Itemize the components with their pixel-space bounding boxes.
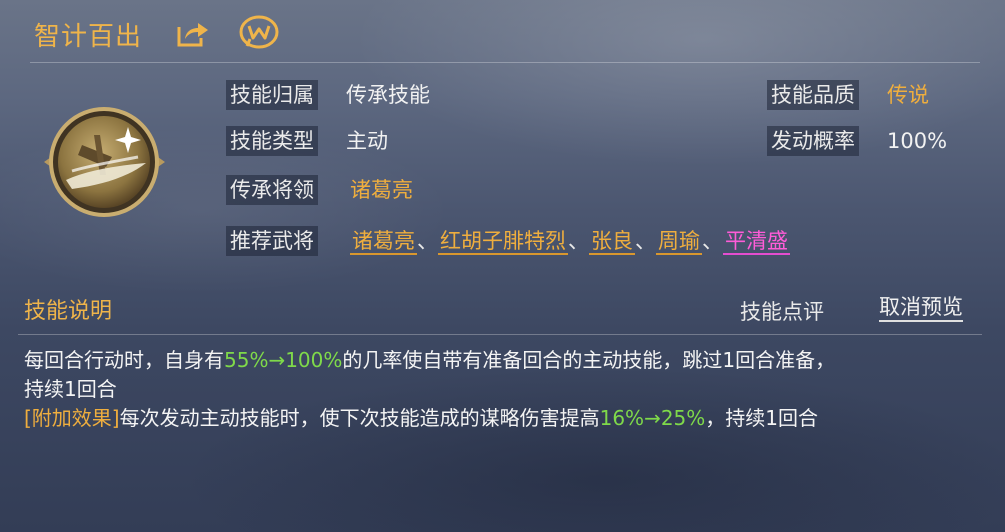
desc-text: ，持续1回合 — [705, 406, 819, 430]
header-divider — [30, 62, 980, 63]
chance-value: 100% — [887, 129, 948, 153]
recommended-general[interactable]: 周瑜 — [656, 229, 702, 255]
recommended-general[interactable]: 诸葛亮 — [350, 229, 417, 255]
attribution-value: 传承技能 — [346, 83, 430, 107]
share-icon[interactable] — [176, 18, 210, 48]
type-value: 主动 — [346, 129, 388, 153]
recommended-general[interactable]: 平清盛 — [723, 229, 790, 255]
wechat-w-icon[interactable] — [238, 15, 280, 51]
inherit-general-label: 传承将领 — [226, 175, 318, 205]
desc-scaling-value: 16%→25% — [599, 406, 706, 430]
extra-effect-tag: [附加效果] — [24, 406, 120, 430]
type-label: 技能类型 — [226, 126, 318, 156]
skill-description-text: 每回合行动时，自身有55%→100%的几率使自带有准备回合的主动技能，跳过1回合… — [24, 346, 984, 433]
skill-title: 智计百出 — [34, 22, 143, 52]
chance-label: 发动概率 — [767, 126, 859, 156]
section-divider — [18, 334, 982, 335]
desc-text: 每次发动主动技能时，使下次技能造成的谋略伤害提高 — [119, 406, 600, 430]
recommended-generals-list: 诸葛亮、红胡子腓特烈、张良、周瑜、平清盛 — [350, 226, 790, 258]
list-separator: 、 — [417, 229, 438, 253]
skill-rating-button[interactable]: 技能点评 — [740, 296, 824, 326]
desc-text: 的几率使自带有准备回合的主动技能，跳过1回合准备， — [342, 348, 836, 372]
recommended-general[interactable]: 张良 — [589, 229, 635, 255]
list-separator: 、 — [568, 229, 589, 253]
list-separator: 、 — [635, 229, 656, 253]
attribution-label: 技能归属 — [226, 80, 318, 110]
quality-label: 技能品质 — [767, 80, 859, 110]
desc-text: 每回合行动时，自身有 — [24, 348, 224, 372]
inherit-general-value[interactable]: 诸葛亮 — [350, 175, 413, 205]
skill-description-title: 技能说明 — [24, 299, 113, 324]
quality-value: 传说 — [887, 83, 929, 107]
desc-text: 持续1回合 — [24, 377, 117, 401]
skill-emblem-icon — [44, 107, 165, 217]
recommended-generals-label: 推荐武将 — [226, 226, 318, 256]
desc-scaling-value: 55%→100% — [224, 348, 343, 372]
list-separator: 、 — [702, 229, 723, 253]
cancel-preview-button[interactable]: 取消预览 — [879, 294, 963, 322]
recommended-general[interactable]: 红胡子腓特烈 — [438, 229, 568, 255]
